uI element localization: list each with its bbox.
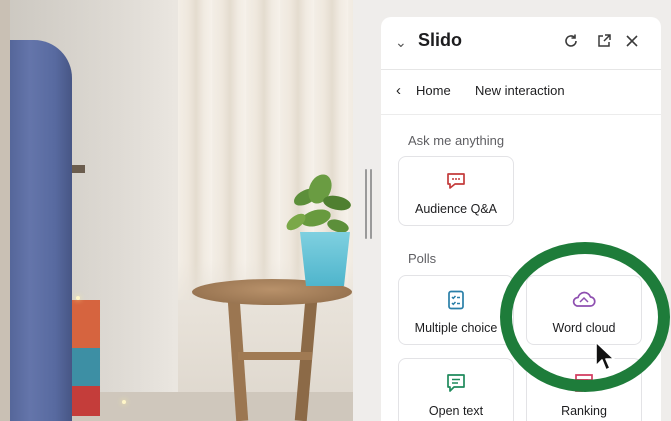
home-link[interactable]: Home xyxy=(416,83,451,98)
nav-divider xyxy=(381,114,661,115)
card-audience-qa[interactable]: Audience Q&A xyxy=(398,156,514,226)
box-teal xyxy=(70,348,100,386)
popout-icon[interactable] xyxy=(594,32,614,52)
chat-bubble-icon xyxy=(399,169,513,193)
card-open-text[interactable]: Open text xyxy=(398,358,514,421)
box-stack xyxy=(70,300,100,416)
checklist-icon xyxy=(399,288,513,312)
fairy-light xyxy=(122,400,126,404)
section-label-polls: Polls xyxy=(408,251,437,266)
panel-title: Slido xyxy=(418,30,462,50)
resize-handle[interactable] xyxy=(365,169,372,239)
close-icon[interactable] xyxy=(622,32,642,52)
highlight-circle xyxy=(500,242,670,392)
chevron-down-icon[interactable]: ⌄ xyxy=(395,34,407,51)
person-arm xyxy=(0,40,72,421)
breadcrumb: ‹ Home New interaction xyxy=(381,70,661,114)
refresh-icon[interactable] xyxy=(561,32,581,52)
box-red xyxy=(70,386,100,416)
card-label: Open text xyxy=(428,404,484,418)
card-multiple-choice[interactable]: Multiple choice xyxy=(398,275,514,345)
text-bubble-icon xyxy=(399,371,513,395)
video-background xyxy=(0,0,353,421)
card-label: Multiple choice xyxy=(414,321,498,335)
box-orange xyxy=(70,300,100,348)
plant xyxy=(283,160,353,240)
section-label-ask: Ask me anything xyxy=(408,133,505,148)
card-label: Audience Q&A xyxy=(415,202,497,216)
mouse-cursor-icon xyxy=(594,340,616,374)
table-shelf xyxy=(238,352,312,360)
back-chevron-icon[interactable]: ‹ xyxy=(396,82,401,99)
fairy-light xyxy=(76,296,80,300)
frame-edge xyxy=(0,0,10,421)
current-page-label: New interaction xyxy=(475,83,565,98)
card-label: Ranking xyxy=(561,404,607,418)
plant-pot xyxy=(300,232,350,286)
panel-header: ⌄ Slido xyxy=(381,17,661,69)
